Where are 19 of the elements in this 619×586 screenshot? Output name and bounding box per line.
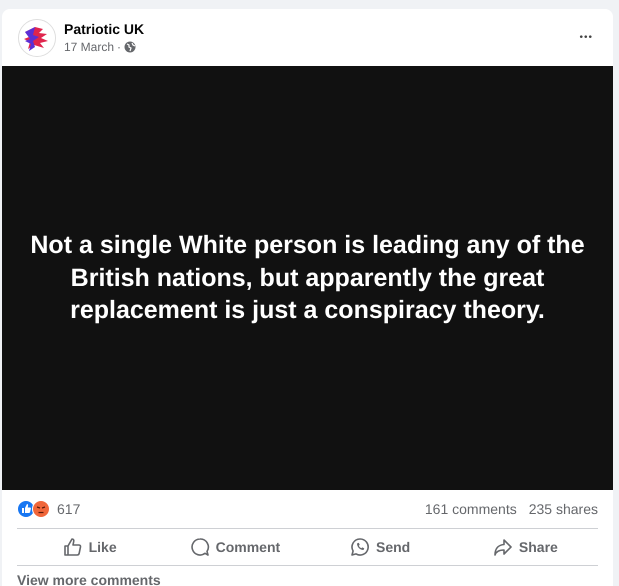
share-arrow-icon <box>492 537 513 557</box>
thumbs-up-icon <box>62 537 83 557</box>
view-more-comments-link[interactable]: View more comments <box>17 572 598 586</box>
send-button[interactable]: Send <box>308 529 453 565</box>
like-button[interactable]: Like <box>17 529 162 565</box>
post-date[interactable]: 17 March <box>64 40 114 54</box>
more-options-button[interactable]: ••• <box>571 28 601 47</box>
share-button[interactable]: Share <box>452 529 598 565</box>
comment-button[interactable]: Comment <box>162 529 308 565</box>
phone-bubble-icon <box>350 537 370 557</box>
globe-icon <box>124 41 136 53</box>
image-text: Not a single White person is leading any of the British nations, but apparently the great replacement is just a conspiracy theory. <box>29 230 586 326</box>
speech-bubble-icon <box>190 537 210 557</box>
comments-count[interactable]: 161 comments <box>424 501 517 517</box>
separator-dot: · <box>117 40 122 54</box>
angry-reaction-icon <box>32 500 50 518</box>
reaction-count[interactable]: 617 <box>57 501 413 517</box>
shares-count[interactable]: 235 shares <box>528 501 598 517</box>
author-name[interactable]: Patriotic UK <box>64 21 564 37</box>
